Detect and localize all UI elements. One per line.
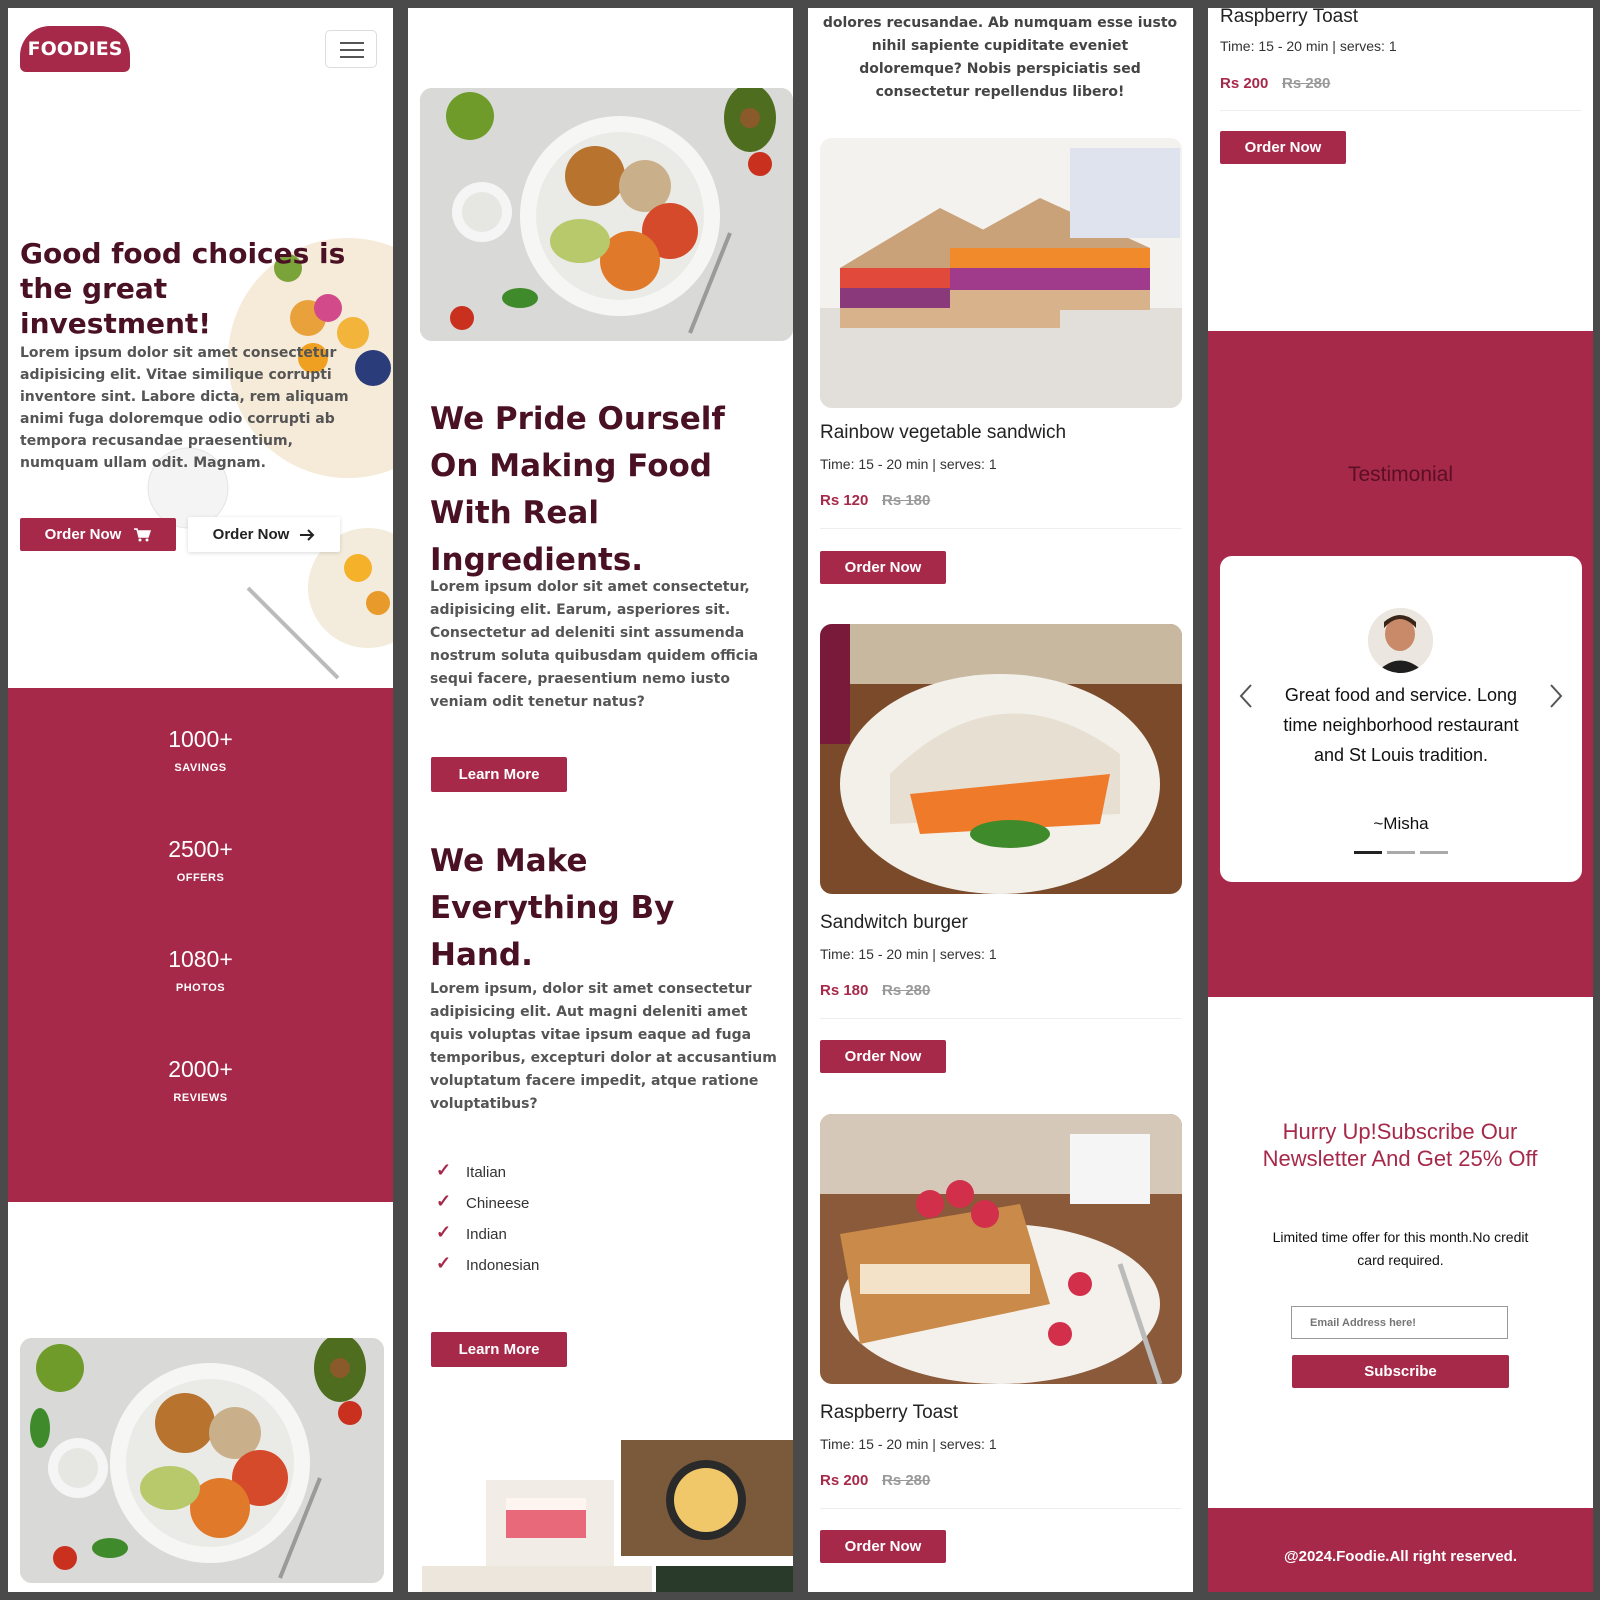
menu-item-name: Raspberry Toast (820, 1402, 958, 1423)
stats-section: 1000+ SAVINGS 2500+ OFFERS 1080+ PHOTOS … (8, 688, 393, 1202)
stat-value-savings: 1000+ (168, 726, 233, 752)
newsletter-subtitle: Limited time offer for this month.No cre… (1272, 1229, 1529, 1268)
learn-more-button-2[interactable]: Learn More (431, 1332, 567, 1367)
check-icon: ✓ (436, 1253, 452, 1273)
carousel-indicator[interactable] (1420, 851, 1448, 854)
check-icon: ✓ (436, 1191, 452, 1211)
menu-item-meta: Time: 15 - 20 min | serves: 1 (820, 1436, 997, 1452)
stat-label-photos: PHOTOS (175, 982, 226, 994)
footer: @2024.Foodie.All right reserved. (1208, 1508, 1593, 1592)
menu-item-meta: Time: 15 - 20 min | serves: 1 (1220, 38, 1397, 54)
rainbow-sandwich-image (820, 138, 1182, 408)
menu-item-meta: Time: 15 - 20 min | serves: 1 (820, 456, 997, 472)
stat-label-savings: SAVINGS (174, 762, 227, 774)
menu-item-old-price: Rs 280 (1282, 75, 1331, 92)
hamburger-icon (340, 42, 364, 58)
testimonial-quote: Great food and service. Long time neighb… (1283, 685, 1519, 765)
order-now-secondary-label: Order Now (212, 526, 290, 543)
chevron-right-icon[interactable] (1548, 683, 1564, 709)
cuisine-item: Chineese (466, 1195, 530, 1212)
stat-value-reviews: 2000+ (168, 1056, 233, 1082)
about-salad-image (420, 88, 793, 341)
learn-more-label-2: Learn More (458, 1341, 540, 1358)
sandwich-burger-image (820, 624, 1182, 894)
newsletter-title: Hurry Up!Subscribe Our Newsletter And Ge… (1262, 1119, 1538, 1171)
menu-item-price: Rs 120 (820, 492, 869, 509)
testimonial-section: Testimonial Great food and service. Long… (1208, 331, 1593, 997)
order-now-label: Order Now (844, 559, 922, 576)
stat-label-offers: OFFERS (176, 872, 225, 884)
mobile-screen-testimonial: Raspberry Toast Time: 15 - 20 min | serv… (1208, 8, 1593, 1592)
testimonial-author: ~Misha (1373, 814, 1429, 833)
menu-item-name: Rainbow vegetable sandwich (820, 422, 1067, 443)
order-now-button[interactable]: Order Now (820, 551, 946, 584)
divider (1220, 110, 1581, 111)
handmade-title: We Make Everything By Hand. (430, 843, 675, 973)
menu-item-meta: Time: 15 - 20 min | serves: 1 (820, 946, 997, 962)
food-gallery-image (422, 1440, 793, 1592)
copyright-text: @2024.Foodie.All right reserved. (1283, 1548, 1518, 1565)
salad-bowl-image (20, 1338, 384, 1583)
cuisine-item: Indonesian (466, 1257, 540, 1274)
about-description: Lorem ipsum dolor sit amet consectetur, … (430, 579, 759, 710)
divider (820, 528, 1181, 529)
cart-icon (134, 527, 152, 541)
about-title: We Pride Ourself On Making Food With Rea… (430, 401, 725, 578)
divider (820, 1508, 1181, 1509)
subscribe-button[interactable]: Subscribe (1292, 1355, 1509, 1388)
carousel-indicator[interactable] (1387, 851, 1415, 854)
menu-intro-text: dolores recusandae. Ab numquam esse iust… (822, 15, 1178, 100)
testimonial-heading: Testimonial (1347, 463, 1454, 486)
order-now-primary-button[interactable]: Order Now (20, 518, 176, 551)
order-now-secondary-button[interactable]: Order Now (188, 517, 340, 552)
order-now-button[interactable]: Order Now (820, 1040, 946, 1073)
stat-value-offers: 2500+ (168, 836, 233, 862)
learn-more-label-1: Learn More (458, 766, 540, 783)
stat-label-reviews: REVIEWS (173, 1092, 228, 1104)
order-now-label: Order Now (844, 1048, 922, 1065)
mobile-screen-about: We Pride Ourself On Making Food With Rea… (408, 8, 793, 1592)
stat-value-photos: 1080+ (168, 946, 233, 972)
hero-title: Good food choices is the great investmen… (20, 237, 346, 340)
handmade-description: Lorem ipsum, dolor sit amet consectetur … (430, 981, 777, 1112)
order-now-button[interactable]: Order Now (820, 1530, 946, 1563)
check-icon: ✓ (436, 1222, 452, 1242)
cuisine-item: Italian (466, 1164, 507, 1181)
carousel-indicator-active[interactable] (1354, 851, 1382, 854)
menu-item-price: Rs 180 (820, 982, 869, 999)
chevron-left-icon[interactable] (1238, 683, 1254, 709)
menu-item-old-price: Rs 280 (882, 1472, 931, 1489)
hero-description: Lorem ipsum dolor sit amet consectetur a… (20, 345, 349, 471)
order-now-button[interactable]: Order Now (1220, 131, 1346, 164)
subscribe-label: Subscribe (1364, 1363, 1437, 1380)
menu-item-name: Raspberry Toast (1220, 8, 1358, 27)
brand-logo[interactable]: FOODIES (20, 26, 130, 72)
menu-item-old-price: Rs 180 (882, 492, 931, 509)
order-now-primary-label: Order Now (44, 526, 122, 543)
menu-item-name: Sandwitch burger (820, 912, 968, 933)
hamburger-menu-button[interactable] (325, 30, 377, 68)
brand-logo-text: FOODIES (27, 38, 123, 60)
order-now-label: Order Now (844, 1538, 922, 1555)
order-now-label: Order Now (1244, 139, 1322, 156)
menu-item-price: Rs 200 (1220, 75, 1269, 92)
email-input[interactable] (1291, 1306, 1508, 1339)
testimonial-card: Great food and service. Long time neighb… (1220, 556, 1582, 882)
raspberry-toast-image (820, 1114, 1182, 1384)
divider (820, 1018, 1181, 1019)
menu-item-old-price: Rs 280 (882, 982, 931, 999)
mobile-screen-hero: FOODIES Good food choices is the great i… (8, 8, 393, 1592)
cuisine-item: Indian (466, 1226, 507, 1243)
menu-item-price: Rs 200 (820, 1472, 869, 1489)
check-icon: ✓ (436, 1160, 452, 1180)
arrow-right-icon (300, 528, 315, 541)
learn-more-button-1[interactable]: Learn More (431, 757, 567, 792)
mobile-screen-menu: dolores recusandae. Ab numquam esse iust… (808, 8, 1193, 1592)
avatar (1368, 608, 1433, 673)
